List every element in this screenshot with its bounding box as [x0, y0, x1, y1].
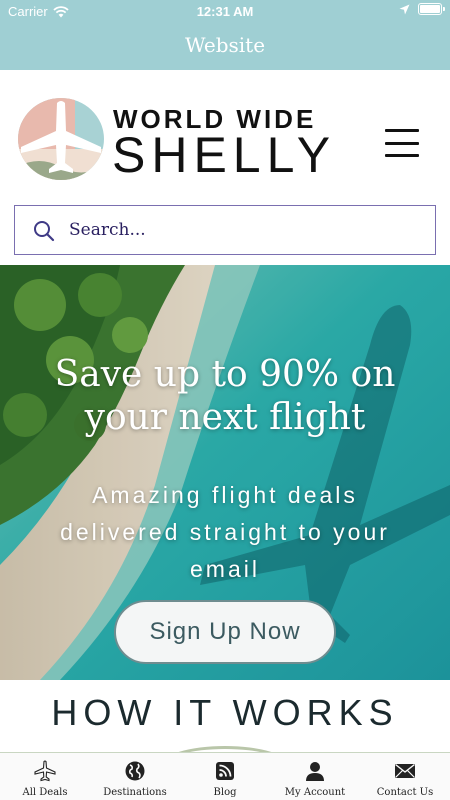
globe-icon — [125, 761, 145, 781]
person-icon — [306, 762, 324, 781]
status-time: 12:31 AM — [196, 4, 254, 19]
menu-bar — [385, 129, 419, 132]
hero-banner: Save up to 90% on your next flight Amazi… — [0, 265, 450, 680]
tab-destinations[interactable]: Destinations — [90, 753, 180, 800]
tab-blog[interactable]: Blog — [180, 753, 270, 800]
nav-title: Website — [184, 33, 266, 57]
rss-icon — [216, 762, 234, 780]
tab-bar: All Deals Destinations Blog My Account C… — [0, 752, 450, 800]
hero-title: Save up to 90% on your next flight — [54, 354, 396, 439]
search-icon[interactable] — [33, 220, 55, 242]
logo-text-bottom: SHELLY — [112, 127, 337, 183]
sign-up-button[interactable]: Sign Up Now — [114, 600, 336, 664]
site-header: WORLD WIDE SHELLY — [0, 70, 450, 200]
search-input[interactable] — [69, 215, 419, 245]
tab-label: All Deals — [22, 787, 68, 798]
envelope-icon — [395, 763, 415, 778]
tab-all-deals[interactable]: All Deals — [0, 753, 90, 800]
location-arrow-icon — [399, 4, 410, 14]
tab-contact-us[interactable]: Contact Us — [360, 753, 450, 800]
tab-my-account[interactable]: My Account — [270, 753, 360, 800]
status-bar: Carrier 12:31 AM — [0, 0, 450, 24]
battery-icon — [418, 3, 445, 15]
tab-label: Blog — [213, 787, 237, 798]
menu-icon[interactable] — [385, 127, 419, 159]
top-bar: Carrier 12:31 AM Website — [0, 0, 450, 70]
hero-subtitle: Amazing flight deals delivered straight … — [60, 482, 390, 582]
airplane-icon — [34, 760, 56, 782]
tab-label: Contact Us — [376, 787, 434, 798]
menu-bar — [385, 154, 419, 157]
menu-bar — [385, 141, 419, 145]
logo-airplane-icon[interactable] — [17, 97, 105, 181]
tab-label: My Account — [284, 787, 346, 798]
section-heading: HOW IT WORKS — [51, 692, 399, 733]
tab-label: Destinations — [103, 787, 167, 798]
search-box — [14, 205, 436, 255]
how-it-works-section: HOW IT WORKS — [0, 680, 450, 752]
status-right — [399, 3, 445, 15]
